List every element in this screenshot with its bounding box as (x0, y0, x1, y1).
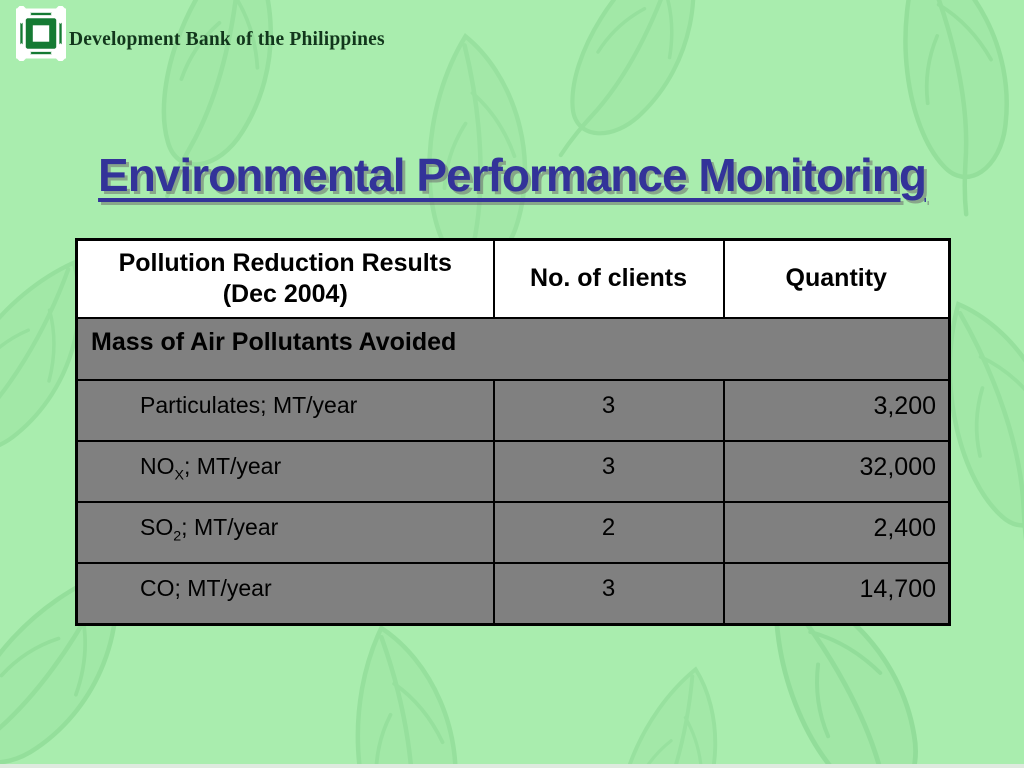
row-clients: 3 (492, 562, 725, 625)
table-row: NOX; MT/year 3 32,000 (75, 440, 951, 503)
row-label: SO2; MT/year (75, 501, 495, 564)
slide: Development Bank of the Philippines Envi… (0, 0, 1024, 768)
col-header-clients: No. of clients (492, 238, 725, 319)
dbp-logo-icon (11, 4, 71, 63)
section-label: Mass of Air Pollutants Avoided (75, 317, 951, 381)
header-line-2: (Dec 2004) (222, 280, 348, 308)
row-clients: 2 (492, 501, 725, 564)
slide-header: Development Bank of the Philippines (11, 4, 385, 63)
row-quantity: 2,400 (722, 501, 951, 564)
row-clients: 3 (492, 379, 725, 442)
col-header-pollution-results: Pollution Reduction Results (Dec 2004) (75, 238, 495, 319)
row-quantity: 3,200 (722, 379, 951, 442)
page-title: Environmental Performance Monitoring (98, 149, 927, 201)
row-label: NOX; MT/year (75, 440, 495, 503)
header-line-1: Pollution Reduction Results (118, 248, 452, 277)
row-clients: 3 (492, 440, 725, 503)
org-name: Development Bank of the Philippines (69, 28, 385, 50)
table-header-row: Pollution Reduction Results (Dec 2004) N… (75, 238, 951, 319)
row-label: CO; MT/year (75, 562, 495, 625)
table-row: Particulates; MT/year 3 3,200 (75, 379, 951, 442)
section-row: Mass of Air Pollutants Avoided (75, 317, 951, 381)
row-quantity: 14,700 (722, 562, 951, 625)
pollution-results-table: Pollution Reduction Results (Dec 2004) N… (75, 238, 951, 626)
row-label: Particulates; MT/year (75, 379, 495, 442)
col-header-quantity: Quantity (722, 238, 951, 319)
table-row: SO2; MT/year 2 2,400 (75, 501, 951, 564)
row-quantity: 32,000 (722, 440, 951, 503)
slide-bottom-edge (0, 764, 1024, 768)
table-row: CO; MT/year 3 14,700 (75, 562, 951, 625)
